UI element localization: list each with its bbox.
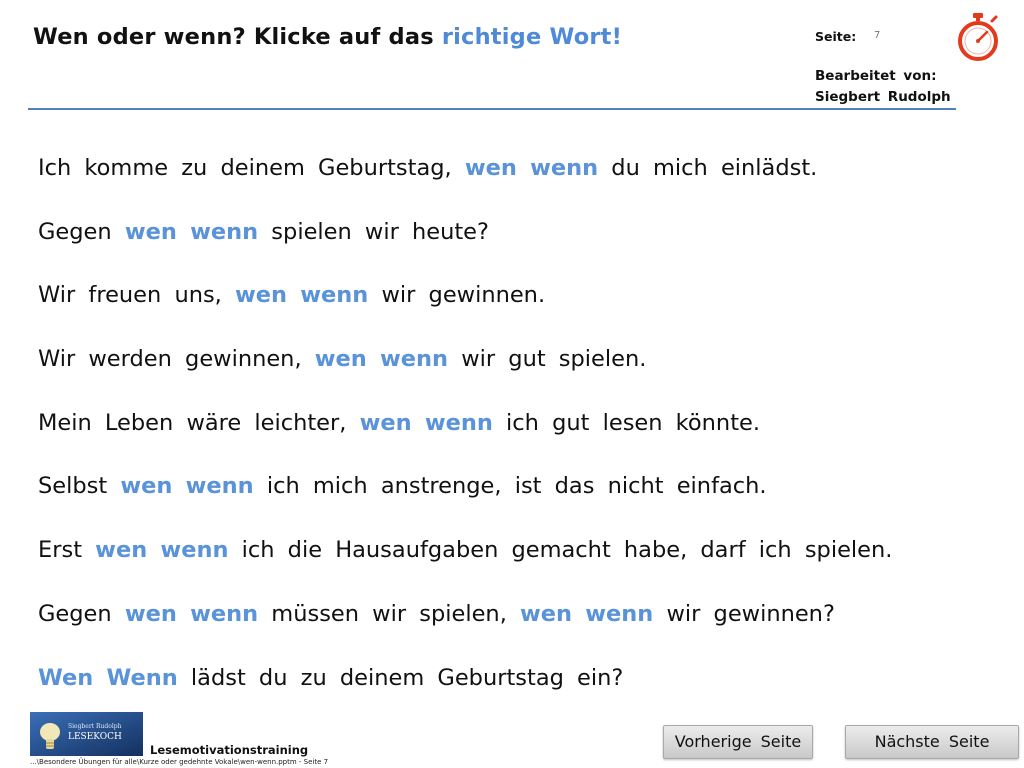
page-label: Seite:	[815, 29, 857, 44]
sentence-2: Gegen wen wenn spielen wir heute?	[38, 213, 892, 277]
title-accent: richtige Wort!	[441, 24, 623, 50]
choice-wen[interactable]: wen	[520, 601, 572, 627]
sentence-text: Erst	[38, 537, 96, 564]
choice-wenn[interactable]: wenn	[585, 601, 653, 627]
logo-name: Siegbert Rudolph	[68, 723, 122, 730]
sentence-1: Ich komme zu deinem Geburtstag, wen wenn…	[38, 149, 892, 213]
choice-wen[interactable]: wen	[360, 410, 412, 436]
sentence-text: spielen wir heute?	[258, 218, 489, 245]
course-label: Lesemotivationstraining	[150, 743, 309, 757]
sentence-text: Gegen	[38, 218, 125, 245]
page-number: 7	[874, 30, 881, 41]
sentence-3: Wir freuen uns, wen wenn wir gewinnen.	[38, 276, 892, 340]
previous-page-button[interactable]: Vorherige Seite	[663, 725, 813, 759]
sentence-text: lädst du zu deinem Geburtstag ein?	[177, 664, 624, 691]
choice-wenn[interactable]: wenn	[530, 155, 598, 181]
choice-wen[interactable]: wen	[95, 537, 147, 563]
sentence-text: Wir werden gewinnen,	[38, 346, 315, 373]
sentence-8: Gegen wen wenn müssen wir spielen, wen w…	[38, 595, 892, 659]
sentence-text: müssen wir spielen,	[258, 600, 520, 627]
sentence-text: ich die Hausaufgaben gemacht habe, darf …	[228, 537, 893, 564]
stopwatch-icon[interactable]	[954, 12, 1002, 62]
sentence-text: Wir freuen uns,	[38, 282, 235, 309]
choice-wenn[interactable]: wenn	[186, 473, 254, 499]
sentence-5: Mein Leben wäre leichter, wen wenn ich g…	[38, 404, 892, 468]
sentence-text: wir gut spielen.	[448, 346, 647, 373]
choice-wenn[interactable]: wenn	[300, 282, 368, 308]
sentence-text: ich mich anstrenge, ist das nicht einfac…	[253, 473, 767, 500]
author-name: Siegbert Rudolph	[815, 89, 951, 105]
page-title: Wen oder wenn? Klicke auf das richtige W…	[33, 24, 622, 50]
choice-wen[interactable]: wen	[465, 155, 517, 181]
choice-wen[interactable]: Wen	[38, 665, 93, 691]
edited-by-label: Bearbeitet von:	[815, 68, 937, 84]
header-divider	[28, 108, 956, 110]
sentence-text: Gegen	[38, 600, 125, 627]
choice-wenn[interactable]: wenn	[160, 537, 228, 563]
sentence-text: wir gewinnen?	[653, 600, 835, 627]
title-prefix: Wen oder wenn? Klicke auf das	[33, 24, 442, 50]
choice-wen[interactable]: wen	[120, 473, 172, 499]
file-path: ...\Besondere Übungen für alle\Kurze ode…	[30, 758, 329, 766]
sentence-text: Ich komme zu deinem Geburtstag,	[38, 155, 465, 181]
sentence-text: wir gewinnen.	[368, 282, 546, 309]
choice-wen[interactable]: wen	[125, 219, 177, 245]
choice-wenn[interactable]: wenn	[190, 219, 258, 245]
logo-brand: LESEKOCH	[68, 732, 122, 742]
lesekoch-logo: Siegbert Rudolph LESEKOCH	[30, 712, 143, 756]
editor-info: Bearbeitet von: Siegbert Rudolph	[815, 66, 951, 108]
choice-wenn[interactable]: Wenn	[106, 665, 177, 691]
sentence-text: du mich einlädst.	[598, 155, 818, 181]
choice-wen[interactable]: wen	[315, 346, 367, 372]
choice-wenn[interactable]: wenn	[190, 601, 258, 627]
sentence-text: ich gut lesen könnte.	[492, 409, 761, 436]
sentence-7: Erst wen wenn ich die Hausaufgaben gemac…	[38, 531, 892, 595]
sentence-9: Wen Wenn lädst du zu deinem Geburtstag e…	[38, 659, 892, 723]
sentence-text: Selbst	[38, 473, 121, 500]
sentence-text: Mein Leben wäre leichter,	[38, 409, 360, 436]
sentence-6: Selbst wen wenn ich mich anstrenge, ist …	[38, 467, 892, 531]
choice-wenn[interactable]: wenn	[380, 346, 448, 372]
next-page-button[interactable]: Nächste Seite	[845, 725, 1019, 759]
sentence-4: Wir werden gewinnen, wen wenn wir gut sp…	[38, 340, 892, 404]
exercise-sentences: Ich komme zu deinem Geburtstag, wen wenn…	[38, 149, 892, 722]
choice-wen[interactable]: wen	[125, 601, 177, 627]
choice-wenn[interactable]: wenn	[425, 410, 493, 436]
choice-wen[interactable]: wen	[235, 282, 287, 308]
